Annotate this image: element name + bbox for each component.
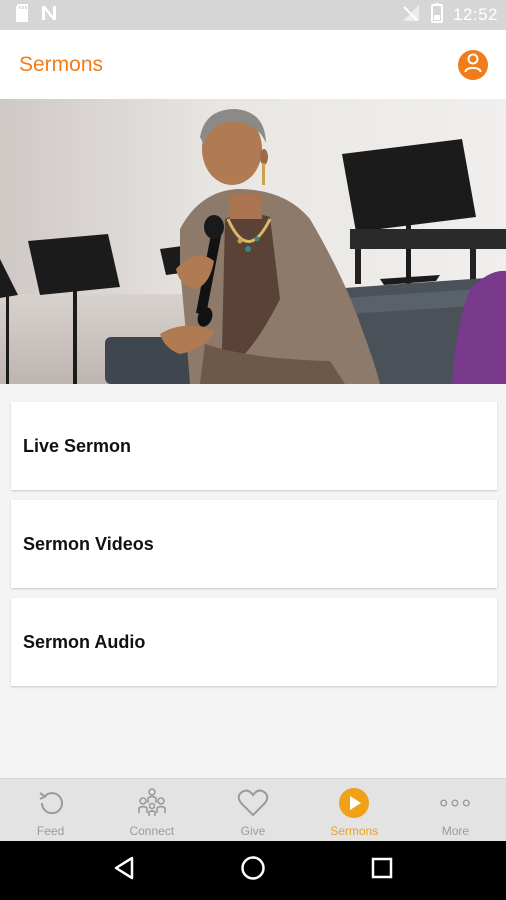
status-bar: 12:52 [0, 0, 506, 30]
back-triangle-icon [113, 856, 135, 885]
menu-item-sermon-audio[interactable]: Sermon Audio [11, 598, 497, 686]
page-title: Sermons [19, 53, 104, 76]
menu-item-sermon-videos[interactable]: Sermon Videos [11, 500, 497, 588]
heart-icon [237, 787, 269, 819]
status-time: 12:52 [452, 5, 498, 24]
system-back-button[interactable] [104, 851, 144, 891]
tab-label: Feed [36, 824, 65, 838]
tab-connect[interactable]: Connect [101, 779, 202, 841]
tab-give[interactable]: Give [202, 779, 303, 841]
sermon-menu: Live Sermon Sermon Videos Sermon Audio [11, 402, 497, 696]
menu-item-label: Sermon Videos [23, 533, 154, 554]
tab-sermons[interactable]: Sermons [304, 779, 405, 841]
system-recents-button[interactable] [362, 851, 402, 891]
tab-label: More [441, 824, 470, 838]
app-bar: Sermons [0, 30, 506, 100]
hero-image [0, 99, 506, 384]
status-notifications [14, 3, 58, 28]
people-group-icon [136, 787, 168, 819]
tab-label: Connect [129, 824, 175, 838]
menu-item-label: Sermon Audio [23, 631, 146, 652]
no-signal-icon [401, 4, 421, 27]
menu-item-label: Live Sermon [23, 435, 132, 456]
menu-item-live-sermon[interactable]: Live Sermon [11, 402, 497, 490]
tab-label: Give [240, 824, 266, 838]
status-system: 12:52 [401, 2, 498, 28]
tab-label: Sermons [330, 824, 379, 838]
tab-more[interactable]: More [405, 779, 506, 841]
sd-card-icon [14, 3, 30, 28]
profile-button[interactable] [458, 50, 488, 80]
system-home-button[interactable] [233, 851, 273, 891]
battery-icon [430, 2, 443, 28]
home-circle-icon [240, 855, 266, 886]
system-nav-bar [0, 841, 506, 900]
recents-square-icon [371, 857, 393, 884]
bottom-nav: Feed Connect Give Sermons More [0, 778, 506, 841]
refresh-history-icon [35, 787, 67, 819]
tab-feed[interactable]: Feed [0, 779, 101, 841]
sermons-screen: 12:52 Sermons Live Sermon Sermon Videos … [0, 0, 506, 900]
more-dots-icon [439, 787, 471, 819]
n-notification-icon [40, 4, 58, 27]
play-circle-icon [338, 787, 370, 819]
account-circle-icon [464, 53, 482, 78]
